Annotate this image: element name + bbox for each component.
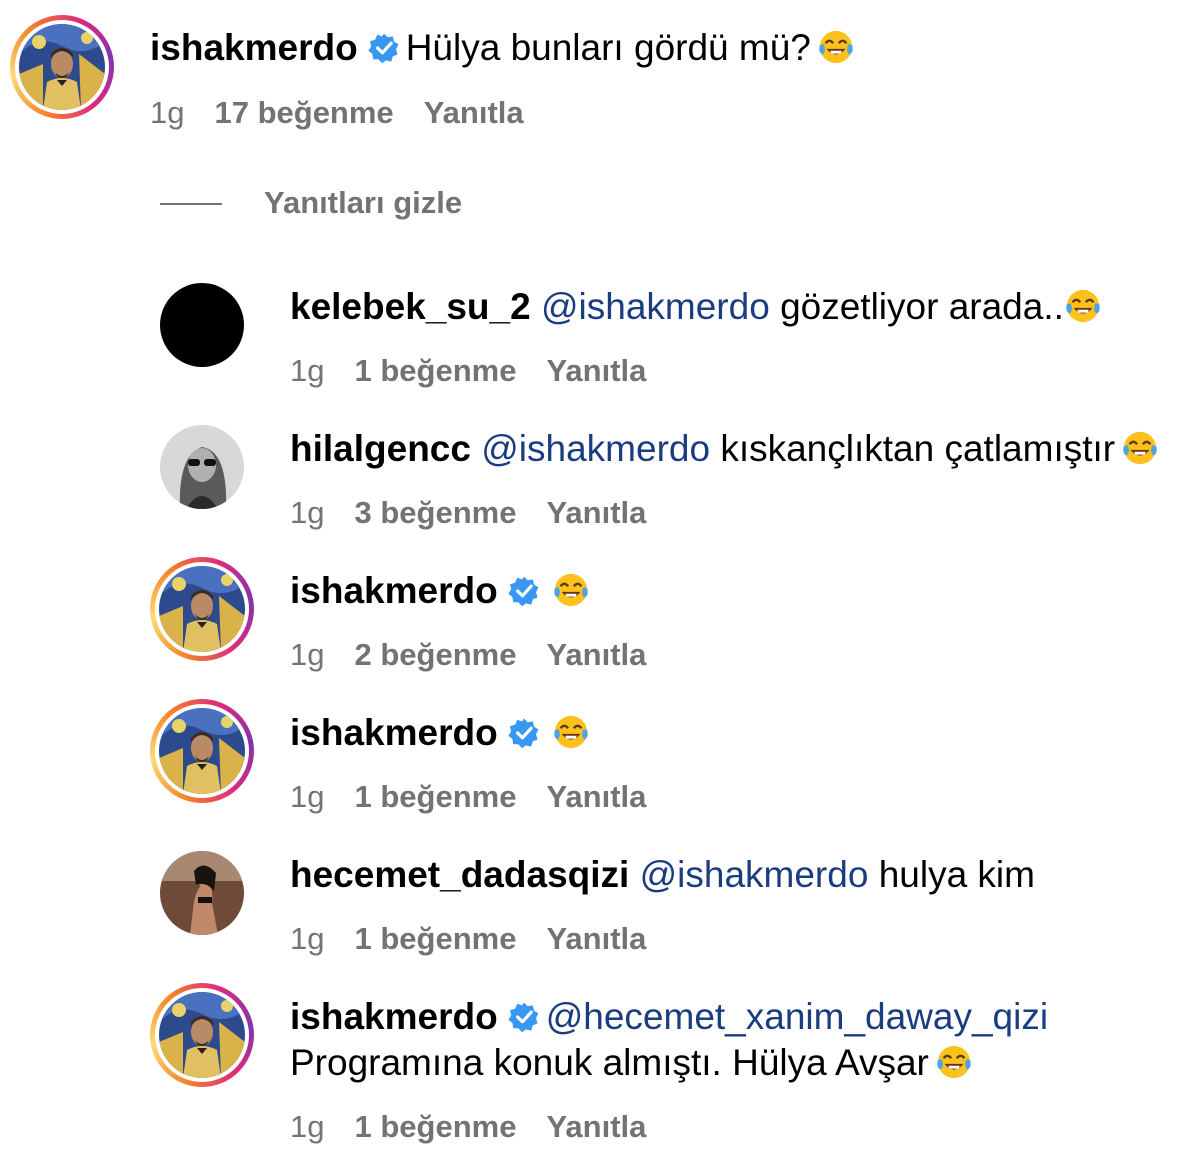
likes-count[interactable]: 1 beğenme xyxy=(354,921,516,956)
face-with-tears-of-joy-icon xyxy=(554,573,588,607)
avatar[interactable] xyxy=(150,983,254,1087)
username-link[interactable]: hilalgencc xyxy=(290,428,471,469)
reply-button[interactable]: Yanıtla xyxy=(546,495,646,530)
profile-photo xyxy=(160,851,244,935)
likes-count[interactable]: 17 beğenme xyxy=(214,95,393,130)
verified-badge-icon xyxy=(508,576,539,607)
comment-text-line-2: Programına konuk almıştı. Hülya Avşar xyxy=(290,1041,973,1085)
face-with-tears-of-joy-icon xyxy=(937,1045,971,1079)
reply-button[interactable]: Yanıtla xyxy=(546,353,646,388)
comment-text-line: ishakmerdo Hülya bunları gördü mü? xyxy=(150,26,855,70)
comment-meta: 1g 1 beğenme Yanıtla xyxy=(290,921,676,957)
comment-meta: 1g 2 beğenme Yanıtla xyxy=(290,637,676,673)
comment-text-line: ishakmerdo @hecemet_xanim_daway_qizi xyxy=(290,995,1048,1039)
comment-text: Hülya bunları gördü mü? xyxy=(405,27,811,68)
mention-link[interactable]: @ishakmerdo xyxy=(541,286,770,327)
likes-count[interactable]: 1 beğenme xyxy=(354,353,516,388)
comment-text-line: ishakmerdo xyxy=(290,569,590,613)
reply-button[interactable]: Yanıtla xyxy=(546,779,646,814)
mention-link[interactable]: @ishakmerdo xyxy=(640,854,869,895)
mention-link[interactable]: @hecemet_xanim_daway_qizi xyxy=(546,996,1048,1037)
username-link[interactable]: ishakmerdo xyxy=(290,996,498,1037)
comment-text: Programına konuk almıştı. Hülya Avşar xyxy=(290,1042,929,1083)
comment-meta: 1g 17 beğenme Yanıtla xyxy=(150,95,554,131)
face-with-tears-of-joy-icon xyxy=(819,30,853,64)
face-with-tears-of-joy-icon xyxy=(554,715,588,749)
timestamp: 1g xyxy=(290,353,325,388)
portrait-image xyxy=(159,992,245,1078)
timestamp: 1g xyxy=(290,921,325,956)
comment-meta: 1g 1 beğenme Yanıtla xyxy=(290,353,676,389)
reply-button[interactable]: Yanıtla xyxy=(424,95,524,130)
avatar[interactable] xyxy=(10,15,114,119)
timestamp: 1g xyxy=(290,779,325,814)
comment-text-line: ishakmerdo xyxy=(290,711,590,755)
avatar[interactable] xyxy=(160,425,244,509)
face-with-tears-of-joy-icon xyxy=(1123,431,1157,465)
hide-replies-label[interactable]: Yanıtları gizle xyxy=(264,184,462,222)
divider-line xyxy=(160,203,222,205)
username-link[interactable]: ishakmerdo xyxy=(290,712,498,753)
portrait-image xyxy=(159,708,245,794)
likes-count[interactable]: 1 beğenme xyxy=(354,779,516,814)
comment-meta: 1g 1 beğenme Yanıtla xyxy=(290,779,676,815)
timestamp: 1g xyxy=(290,637,325,672)
comment-text: kıskançlıktan çatlamıştır xyxy=(720,428,1116,469)
portrait-image xyxy=(19,24,105,110)
profile-photo xyxy=(160,425,244,509)
avatar[interactable] xyxy=(160,851,244,935)
comment-meta: 1g 1 beğenme Yanıtla xyxy=(290,1109,676,1145)
comment-text-line: kelebek_su_2 @ishakmerdo gözetliyor arad… xyxy=(290,285,1102,329)
avatar[interactable] xyxy=(150,699,254,803)
verified-badge-icon xyxy=(508,718,539,749)
comment-text-line: hecemet_dadasqizi @ishakmerdo hulya kim xyxy=(290,853,1035,897)
username-link[interactable]: kelebek_su_2 xyxy=(290,286,531,327)
comment-meta: 1g 3 beğenme Yanıtla xyxy=(290,495,676,531)
avatar[interactable] xyxy=(160,283,244,367)
timestamp: 1g xyxy=(290,495,325,530)
mention-link[interactable]: @ishakmerdo xyxy=(481,428,710,469)
verified-badge-icon xyxy=(508,1002,539,1033)
likes-count[interactable]: 1 beğenme xyxy=(354,1109,516,1144)
likes-count[interactable]: 3 beğenme xyxy=(354,495,516,530)
reply-button[interactable]: Yanıtla xyxy=(546,1109,646,1144)
timestamp: 1g xyxy=(290,1109,325,1144)
likes-count[interactable]: 2 beğenme xyxy=(354,637,516,672)
reply-button[interactable]: Yanıtla xyxy=(546,637,646,672)
portrait-image xyxy=(159,566,245,652)
username-link[interactable]: ishakmerdo xyxy=(290,570,498,611)
username-link[interactable]: hecemet_dadasqizi xyxy=(290,854,629,895)
username-link[interactable]: ishakmerdo xyxy=(150,27,358,68)
avatar[interactable] xyxy=(150,557,254,661)
face-with-tears-of-joy-icon xyxy=(1066,289,1100,323)
comment-text: gözetliyor arada.. xyxy=(780,286,1064,327)
verified-badge-icon xyxy=(368,33,399,64)
reply-button[interactable]: Yanıtla xyxy=(546,921,646,956)
comment-text-line: hilalgencc @ishakmerdo kıskançlıktan çat… xyxy=(290,427,1159,471)
timestamp: 1g xyxy=(150,95,185,130)
comment-text: hulya kim xyxy=(878,854,1035,895)
